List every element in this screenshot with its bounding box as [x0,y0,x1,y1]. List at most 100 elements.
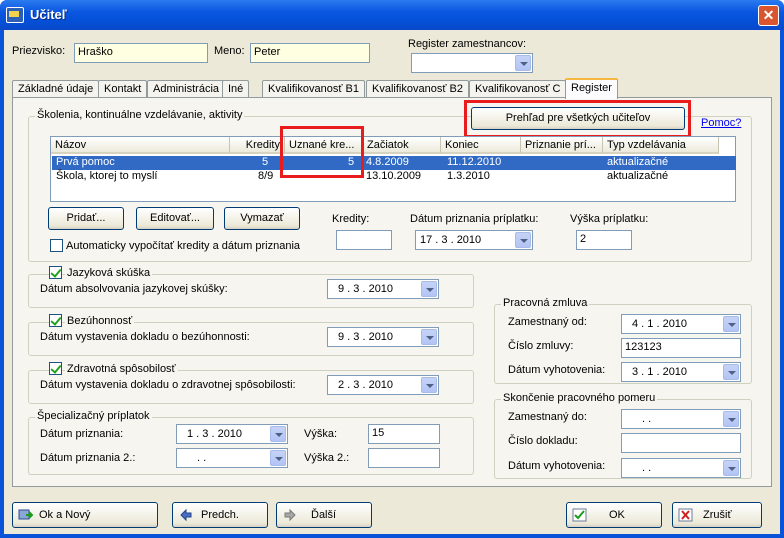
name-input[interactable]: Peter [250,43,370,63]
col-header-type[interactable]: Typ vzdelávania [603,137,719,154]
auto-compute-checkbox[interactable] [50,239,63,252]
chevron-down-icon[interactable] [421,377,437,393]
tab-qual-b1[interactable]: Kvalifikovanosť B1 [262,80,365,98]
integrity-date-picker[interactable]: 9 . 3 . 2010 [327,327,439,347]
contract-group-label: Pracovná zmluva [501,297,590,309]
termination-employed-value: . . [642,413,652,425]
special-date2-picker[interactable]: . . [176,448,288,468]
highlight-recognized-column [280,126,364,178]
chevron-down-icon[interactable] [421,281,437,297]
prev-label: Predch. [201,509,239,521]
add-button[interactable]: Pridať... [48,207,124,230]
window-title: Učiteľ [30,7,67,22]
chevron-down-icon[interactable] [270,450,286,466]
tab-qual-b2[interactable]: Kvalifikovanosť B2 [366,80,469,98]
health-date-value: 2 . 3 . 2010 [338,379,394,391]
special-date-value: 1 . 3 . 2010 [187,428,243,440]
termination-group-label: Skončenie pracovného pomeru [501,392,658,404]
ok-button[interactable]: OK [566,502,662,528]
tab-register[interactable]: Register [565,78,618,99]
client-area: Priezvisko: Hraško Meno: Peter Register … [4,30,780,534]
col-header-granted[interactable]: Priznanie prí... [521,137,603,154]
cell-credits: 8/9 [258,170,274,182]
termination-issue-picker[interactable]: . . [621,458,741,478]
auto-compute-label: Automaticky vypočítať kredity a dátum pr… [66,240,301,252]
credits-input[interactable] [336,230,392,250]
chevron-down-icon[interactable] [723,460,739,476]
col-header-start[interactable]: Začiatok [363,137,441,154]
col-header-credits[interactable]: Kredity [230,137,285,154]
contract-number-label: Číslo zmluvy: [508,340,574,352]
chevron-down-icon[interactable] [723,411,739,427]
cancel-button[interactable]: Zrušiť [672,502,762,528]
edit-button[interactable]: Editovať... [136,207,214,230]
table-row[interactable]: Škola, ktorej to myslí 8/9 13.10.2009 1.… [52,170,736,184]
special-amount-input[interactable]: 15 [368,424,440,444]
health-check-label: Zdravotná spôsobilosť [65,363,178,375]
trainings-list[interactable]: Názov Kredity Uznané kre... Začiatok Kon… [50,136,736,202]
tab-qual-c[interactable]: Kvalifikovanosť C [469,80,567,98]
cell-name: Škola, ktorej to myslí [56,170,158,182]
cell-end: 11.12.2010 [447,156,502,168]
special-date-picker[interactable]: 1 . 3 . 2010 [176,424,288,444]
special-date2-value: . . [197,452,207,464]
termination-doc-label: Číslo dokladu: [508,435,578,447]
arrow-right-icon [284,508,296,522]
contract-employed-value: 4 . 1 . 2010 [632,318,688,330]
tab-basic[interactable]: Základné údaje [12,80,100,98]
bonus-input[interactable]: 2 [576,230,632,250]
ok-new-label: Ok a Nový [39,509,91,521]
chevron-down-icon[interactable] [515,55,531,71]
tab-contact[interactable]: Kontakt [98,80,148,98]
prev-button[interactable]: Predch. [172,502,268,528]
highlight-overview [464,100,691,138]
col-header-name[interactable]: Názov [51,137,230,154]
col-header-end[interactable]: Koniec [441,137,521,154]
language-checkbox[interactable] [49,266,62,279]
register-select[interactable] [411,53,533,73]
close-button[interactable]: ✕ [758,5,779,26]
grant-date-label: Dátum priznania príplatku: [410,213,539,225]
health-date-label: Dátum vystavenia dokladu o zdravotnej sp… [40,379,296,391]
tab-administration[interactable]: Administrácia [147,80,226,98]
ok-new-button[interactable]: Ok a Nový [12,502,158,528]
language-date-value: 9 . 3 . 2010 [338,283,394,295]
delete-button[interactable]: Vymazať [224,207,300,230]
special-date2-label: Dátum priznania 2.: [40,452,136,464]
contract-employed-label: Zamestnaný od: [508,316,587,328]
termination-employed-label: Zamestnaný do: [508,411,587,423]
integrity-date-label: Dátum vystavenia dokladu o bezúhonnosti: [40,331,250,343]
cell-type: aktualizačné [607,156,669,168]
integrity-checkbox[interactable] [49,314,62,327]
chevron-down-icon[interactable] [270,426,286,442]
language-check-label: Jazyková skúška [65,267,153,279]
trainings-group-label: Školenia, kontinuálne vzdelávanie, aktiv… [35,109,245,121]
help-link[interactable]: Pomoc? [701,117,741,129]
contract-employed-picker[interactable]: 4 . 1 . 2010 [621,314,741,334]
cell-type: aktualizačné [607,170,669,182]
surname-label: Priezvisko: [12,45,66,57]
chevron-down-icon[interactable] [421,329,437,345]
cell-credits: 5 [262,156,269,168]
chevron-down-icon[interactable] [723,364,739,380]
health-checkbox[interactable] [49,362,62,375]
surname-input[interactable]: Hraško [74,43,208,63]
termination-doc-input[interactable] [621,433,741,453]
chevron-down-icon[interactable] [723,316,739,332]
grant-date-picker[interactable]: 17 . 3 . 2010 [415,230,533,250]
termination-employed-picker[interactable]: . . [621,409,741,429]
termination-issue-value: . . [642,462,652,474]
contract-number-input[interactable]: 123123 [621,338,741,358]
health-date-picker[interactable]: 2 . 3 . 2010 [327,375,439,395]
title-bar[interactable]: Učiteľ ✕ [0,0,784,30]
chevron-down-icon[interactable] [515,232,531,248]
integrity-date-value: 9 . 3 . 2010 [338,331,394,343]
language-date-picker[interactable]: 9 . 3 . 2010 [327,279,439,299]
special-date-label: Dátum priznania: [40,428,124,440]
next-button[interactable]: Ďalší [276,502,372,528]
contract-issue-picker[interactable]: 3 . 1 . 2010 [621,362,741,382]
table-row[interactable]: Prvá pomoc 5 5 4.8.2009 11.12.2010 aktua… [52,156,736,170]
cancel-label: Zrušiť [703,509,732,521]
special-amount2-input[interactable] [368,448,440,468]
tab-other[interactable]: Iné [222,80,250,98]
